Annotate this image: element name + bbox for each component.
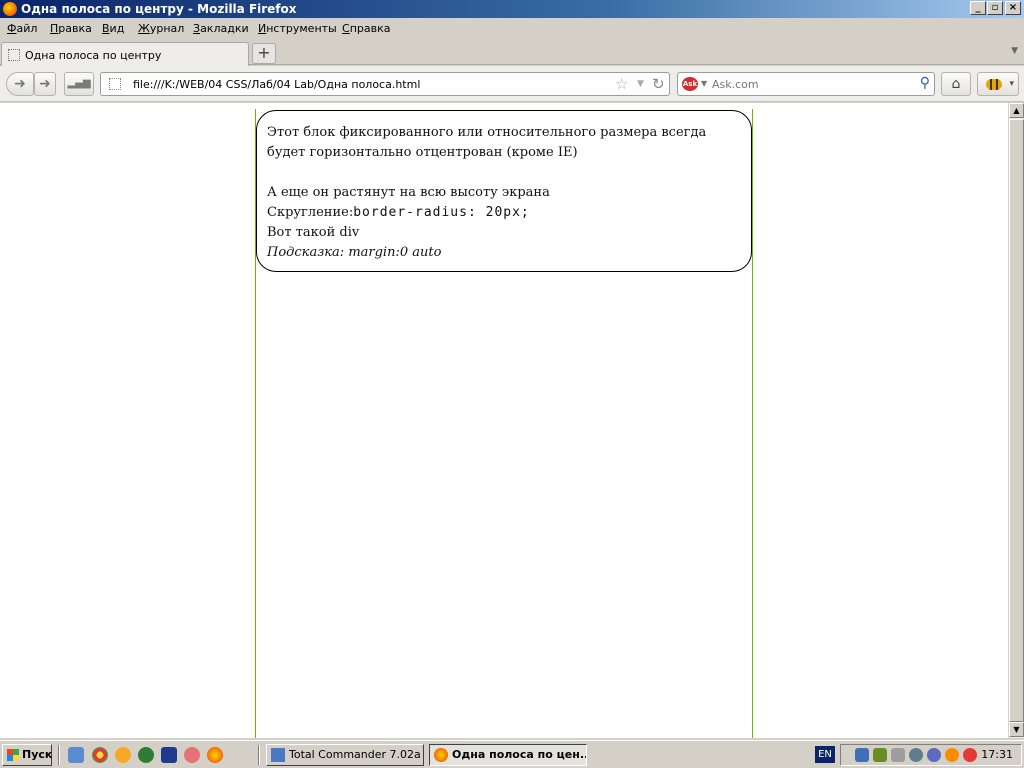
menu-bookmarks[interactable]: Закладки [193, 22, 249, 35]
start-button[interactable]: Пуск [2, 744, 52, 766]
engine-dropdown-icon[interactable]: ▼ [701, 79, 707, 88]
menu-bar: Файл Правка Вид Журнал Закладки Инструме… [0, 18, 1024, 40]
forward-arrow-icon: ➜ [39, 76, 51, 92]
site-identity-icon[interactable] [109, 78, 121, 90]
bookmark-star-icon[interactable]: ☆ [615, 75, 628, 93]
search-bar[interactable]: Ask ▼ ⚲ [677, 72, 935, 96]
system-tray: 17:31 [840, 744, 1022, 766]
firefox-quicklaunch-icon[interactable] [207, 747, 223, 763]
start-label: Пуск [22, 748, 53, 761]
home-button[interactable]: ⌂ [941, 72, 971, 96]
firefox-task-icon [434, 748, 448, 762]
media-player-icon[interactable] [115, 747, 131, 763]
volume-icon[interactable] [891, 748, 905, 762]
rounded-box: Этот блок фиксированного или относительн… [256, 110, 752, 272]
page-content: Этот блок фиксированного или относительн… [0, 103, 1008, 738]
opera-icon[interactable] [184, 747, 200, 763]
network-icon[interactable] [855, 748, 869, 762]
navigation-toolbar: ➜ ➜ ▂▄▆ file:///K:/WEB/04 CSS/Лаб/04 Lab… [0, 66, 1024, 102]
menu-help[interactable]: Справка [342, 22, 390, 35]
task-total-commander[interactable]: Total Commander 7.02a ... [266, 744, 424, 766]
url-bar[interactable]: file:///K:/WEB/04 CSS/Лаб/04 Lab/Одна по… [100, 72, 670, 96]
alert-icon[interactable] [963, 748, 977, 762]
text-line-1: Этот блок фиксированного или относительн… [267, 125, 707, 160]
url-text[interactable]: file:///K:/WEB/04 CSS/Лаб/04 Lab/Одна по… [133, 78, 420, 91]
window-title: Одна полоса по центру - Mozilla Firefox [21, 2, 297, 16]
back-button[interactable]: ➜ [6, 72, 34, 96]
signal-icon[interactable]: ▂▄▆ [64, 72, 94, 96]
tab-current[interactable]: Одна полоса по центру [1, 42, 249, 66]
radius-label: Скругление: [267, 205, 354, 220]
task-label: Total Commander 7.02a ... [289, 748, 424, 761]
scroll-up-icon[interactable]: ▲ [1009, 103, 1024, 118]
maximize-button[interactable]: ▫ [987, 1, 1003, 15]
menu-view[interactable]: Вид [102, 22, 124, 35]
home-icon: ⌂ [951, 76, 961, 92]
centered-column: Этот блок фиксированного или относительн… [255, 109, 753, 738]
taskbar: Пуск Total Commander 7.02a ... Одна поло… [0, 740, 1024, 768]
clock: 17:31 [981, 748, 1013, 761]
scroll-down-icon[interactable]: ▼ [1009, 722, 1024, 737]
hint-text: Подсказка: margin:0 auto [267, 245, 442, 260]
scroll-thumb[interactable] [1009, 119, 1024, 722]
search-icon[interactable]: ⚲ [920, 75, 930, 91]
menu-edit[interactable]: Правка [50, 22, 92, 35]
tray-orange-icon[interactable] [945, 748, 959, 762]
minimize-button[interactable]: _ [970, 1, 986, 15]
power-icon[interactable] [927, 748, 941, 762]
new-tab-button[interactable]: + [252, 43, 276, 64]
language-indicator[interactable]: EN [815, 746, 835, 763]
windows-logo-icon [7, 749, 19, 761]
text-line-4: Вот такой div [267, 225, 360, 240]
tab-list-icon[interactable]: ▼ [1011, 46, 1018, 56]
text-line-2: А еще он растянут на всю высоту экрана [267, 185, 550, 200]
tab-strip: Одна полоса по центру + ▼ [0, 40, 1024, 66]
reload-icon[interactable]: ↻ [652, 75, 665, 93]
tab-label: Одна полоса по центру [25, 49, 162, 62]
text-line-3: Скругление:border-radius: 20px; [267, 203, 741, 223]
menu-file[interactable]: Файл [7, 22, 37, 35]
firefox-icon [3, 2, 17, 16]
bee-icon [986, 79, 1002, 90]
radius-code: border-radius: 20px; [353, 205, 530, 220]
back-arrow-icon: ➜ [14, 76, 26, 92]
ask-engine-icon[interactable]: Ask [682, 77, 698, 91]
utorrent-icon[interactable] [138, 747, 154, 763]
page-favicon-icon [8, 49, 20, 61]
task-firefox[interactable]: Одна полоса по цен... [429, 744, 587, 766]
close-button[interactable]: × [1005, 1, 1021, 15]
chevron-down-icon: ▾ [1009, 79, 1014, 89]
tray-app-icon[interactable] [873, 748, 887, 762]
total-commander-icon [271, 748, 285, 762]
show-desktop-icon[interactable] [68, 747, 84, 763]
forward-button[interactable]: ➜ [34, 72, 56, 96]
menu-tools[interactable]: Инструменты [258, 22, 337, 35]
search-input[interactable] [712, 77, 902, 92]
update-icon[interactable] [909, 748, 923, 762]
url-dropdown-icon[interactable]: ▼ [637, 79, 644, 89]
menu-history[interactable]: Журнал [138, 22, 184, 35]
task-label: Одна полоса по цен... [452, 748, 587, 761]
save-icon[interactable] [161, 747, 177, 763]
vertical-scrollbar[interactable]: ▲ ▼ [1008, 103, 1024, 738]
addon-button[interactable]: ▾ [977, 72, 1019, 96]
title-bar: Одна полоса по центру - Mozilla Firefox … [0, 0, 1024, 18]
chrome-icon[interactable] [92, 747, 108, 763]
